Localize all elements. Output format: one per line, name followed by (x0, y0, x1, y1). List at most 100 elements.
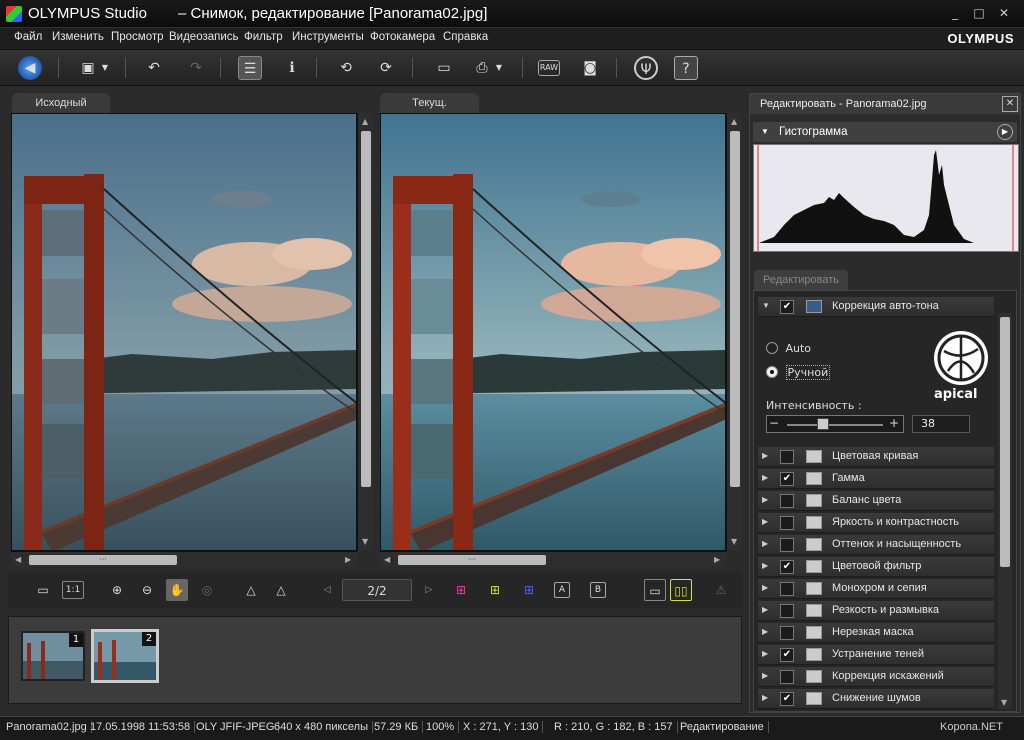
tab-current[interactable]: Текущ. (380, 93, 479, 113)
mark-b-icon[interactable]: B (590, 582, 606, 598)
intensity-value[interactable]: 38 (912, 415, 970, 433)
maximize-button[interactable]: □ (970, 5, 988, 21)
fit-window-icon[interactable]: ▭ (32, 579, 54, 601)
edit-item-checkbox[interactable]: ✔ (780, 472, 794, 486)
expand-icon[interactable]: ▶ (762, 451, 768, 460)
expand-icon[interactable]: ▶ (762, 517, 768, 526)
edit-item-checkbox[interactable] (780, 494, 794, 508)
expand-icon[interactable]: ▶ (762, 539, 768, 548)
current-image[interactable] (380, 113, 726, 551)
zoom-in-icon[interactable]: ⊕ (106, 579, 128, 601)
add-blue-icon[interactable]: ⊞ (518, 579, 540, 601)
warning-b-icon[interactable]: △ (270, 579, 292, 601)
expand-icon[interactable]: ▶ (762, 473, 768, 482)
next-icon[interactable]: ▷ (418, 579, 440, 601)
expand-icon[interactable]: ▶ (762, 649, 768, 658)
menu-edit[interactable]: Изменить (52, 31, 104, 43)
slider-thumb[interactable] (817, 418, 830, 430)
edit-item-row[interactable]: ▶ Яркость и контрастность (758, 513, 994, 533)
menu-filter[interactable]: Фильтр (244, 31, 283, 43)
print-icon[interactable]: ⎙ (470, 56, 494, 80)
hand-tool-icon[interactable]: ✋ (166, 579, 188, 601)
camera-icon[interactable]: ◙ (578, 56, 602, 80)
menu-view[interactable]: Просмотр (111, 31, 164, 43)
auto-tone-checkbox[interactable]: ✔ (780, 300, 794, 314)
info-icon[interactable]: ℹ (280, 56, 304, 80)
slideshow-icon[interactable]: ▭ (432, 56, 456, 80)
back-icon[interactable]: ◀ (18, 56, 42, 80)
current-hscrollbar[interactable]: ◀ ··· ▶ (380, 551, 726, 567)
close-button[interactable]: ✕ (995, 5, 1013, 21)
histogram-header[interactable]: ▼ Гистограмма ▶ (753, 122, 1017, 142)
edit-item-row[interactable]: ▶ ✔ Гамма (758, 469, 994, 489)
tools-icon[interactable]: Ψ (634, 56, 658, 80)
intensity-slider[interactable]: − + (766, 415, 904, 433)
original-vscrollbar[interactable]: ▲ ▼ (357, 113, 373, 551)
expand-icon[interactable]: ▶ (762, 671, 768, 680)
expand-icon[interactable]: ▶ (762, 605, 768, 614)
minus-icon[interactable]: − (769, 416, 779, 430)
edit-item-checkbox[interactable]: ✔ (780, 648, 794, 662)
edit-item-row[interactable]: ▶ Цветовая кривая (758, 447, 994, 467)
split-view-icon[interactable]: ▯▯ (670, 579, 692, 601)
edit-item-checkbox[interactable] (780, 604, 794, 618)
original-hscrollbar[interactable]: ◀ ··· ▶ (11, 551, 357, 567)
play-icon[interactable]: ▶ (997, 124, 1013, 140)
tab-edit[interactable]: Редактировать (754, 270, 848, 290)
original-image[interactable] (11, 113, 357, 551)
single-view-icon[interactable]: ▭ (644, 579, 666, 601)
add-red-icon[interactable]: ⊞ (450, 579, 472, 601)
edit-item-checkbox[interactable] (780, 516, 794, 530)
edit-item-checkbox[interactable]: ✔ (780, 692, 794, 706)
collapse-icon[interactable]: ▼ (762, 301, 770, 310)
edit-item-row[interactable]: ▶ Оттенок и насыщенность (758, 535, 994, 555)
edit-item-row[interactable]: ▶ Коррекция искажений (758, 667, 994, 687)
edit-item-row[interactable]: ▶ Баланс цвета (758, 491, 994, 511)
menu-help[interactable]: Справка (443, 31, 488, 43)
expand-icon[interactable]: ▶ (762, 583, 768, 592)
menu-camera[interactable]: Фотокамера (370, 31, 435, 43)
rotate-left-icon[interactable]: ⟲ (334, 56, 358, 80)
edit-item-checkbox[interactable]: ✔ (780, 560, 794, 574)
save-icon[interactable]: ▣ (76, 56, 100, 80)
radio-manual[interactable]: Ручной (766, 364, 831, 380)
menu-file[interactable]: Файл (14, 31, 42, 43)
current-vscrollbar[interactable]: ▲ ▼ (726, 113, 742, 551)
save-dropdown-icon[interactable]: ▼ (100, 56, 110, 80)
minimize-button[interactable]: _ (946, 5, 964, 21)
prev-icon[interactable]: ◁ (316, 579, 338, 601)
edit-item-checkbox[interactable] (780, 450, 794, 464)
print-dropdown-icon[interactable]: ▼ (494, 56, 504, 80)
thumbnail-1[interactable]: 1 (21, 631, 85, 681)
zoom-out-icon[interactable]: ⊖ (136, 579, 158, 601)
edit-item-row[interactable]: ▶ Нерезкая маска (758, 623, 994, 643)
edit-item-row[interactable]: ▶ ✔ Устранение теней (758, 645, 994, 665)
collapse-icon[interactable]: ▼ (761, 122, 769, 142)
thumbnail-2[interactable]: 2 (91, 629, 159, 683)
auto-tone-header[interactable]: ▼ ✔ Коррекция авто-тона (758, 297, 994, 317)
expand-icon[interactable]: ▶ (762, 495, 768, 504)
edit-item-row[interactable]: ▶ ✔ Цветовой фильтр (758, 557, 994, 577)
expand-icon[interactable]: ▶ (762, 561, 768, 570)
edit-item-row[interactable]: ▶ ✔ Снижение шумов (758, 689, 994, 709)
rotate-right-icon[interactable]: ⟳ (374, 56, 398, 80)
menu-video[interactable]: Видеозапись (169, 31, 239, 43)
menu-tools[interactable]: Инструменты (292, 31, 364, 43)
edit-item-checkbox[interactable] (780, 538, 794, 552)
edit-item-checkbox[interactable] (780, 582, 794, 596)
add-yellow-icon[interactable]: ⊞ (484, 579, 506, 601)
edit-item-row[interactable]: ▶ Монохром и сепия (758, 579, 994, 599)
actual-size-button[interactable]: 1:1 (62, 581, 84, 599)
help-icon[interactable]: ? (674, 56, 698, 80)
plus-icon[interactable]: + (889, 416, 899, 430)
close-panel-icon[interactable]: ✕ (1002, 96, 1018, 112)
edit-item-checkbox[interactable] (780, 670, 794, 684)
edit-list-scrollbar[interactable]: ▼ (998, 313, 1012, 709)
list-view-icon[interactable]: ☰ (238, 56, 262, 80)
edit-item-row[interactable]: ▶ Резкость и размывка (758, 601, 994, 621)
warning-a-icon[interactable]: △ (240, 579, 262, 601)
expand-icon[interactable]: ▶ (762, 627, 768, 636)
edit-item-checkbox[interactable] (780, 626, 794, 640)
raw-icon[interactable]: RAW (538, 60, 560, 76)
radio-auto[interactable]: Auto (766, 341, 811, 355)
